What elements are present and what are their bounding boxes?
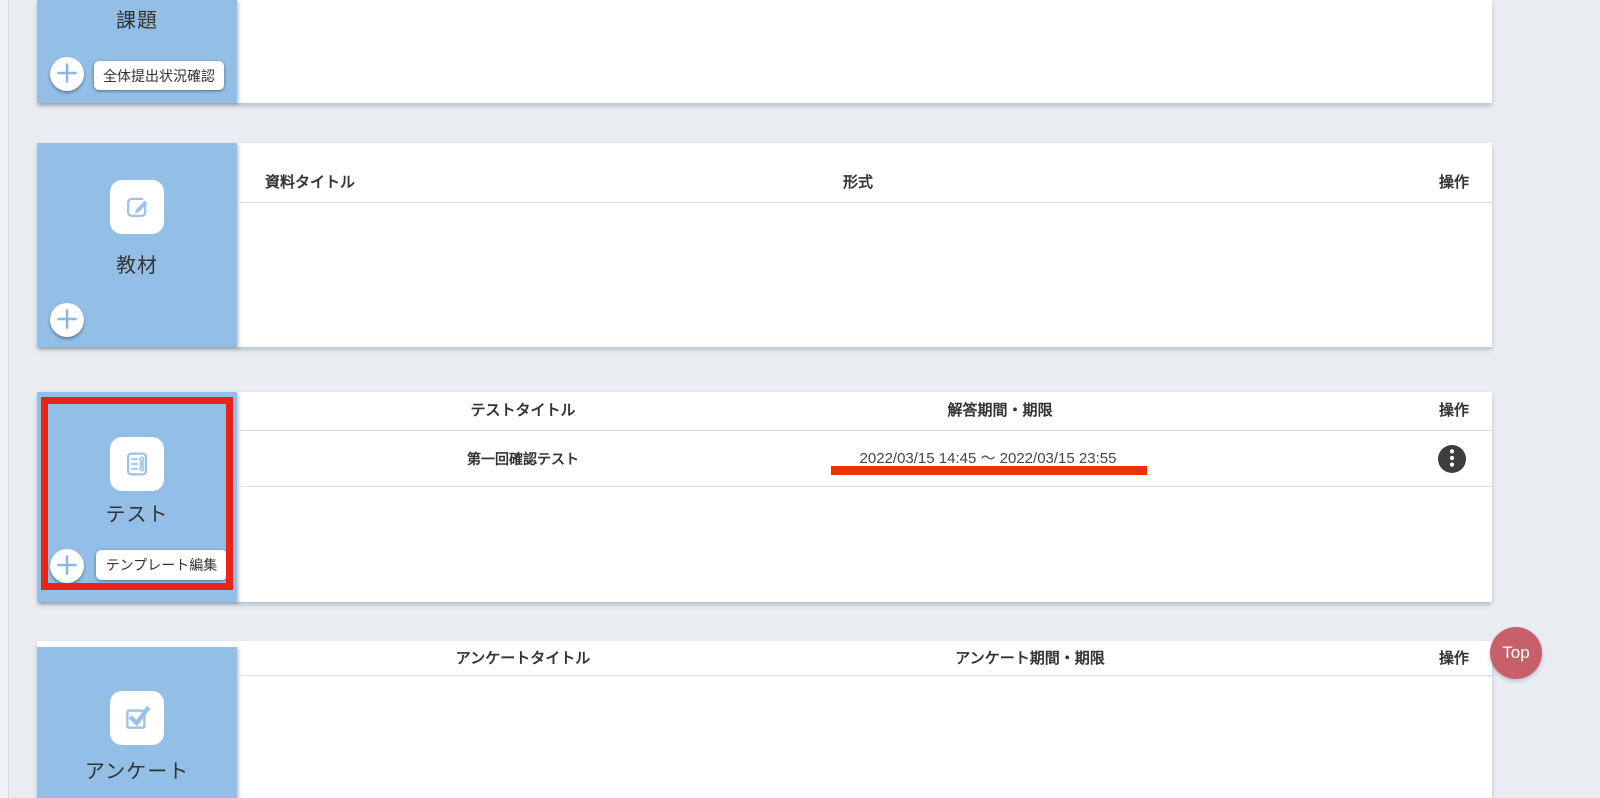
add-assignment-button[interactable] (50, 57, 84, 91)
add-test-button[interactable] (50, 549, 84, 583)
column-header-operations: 操作 (1404, 649, 1504, 669)
column-header-operations: 操作 (1404, 173, 1504, 193)
material-panel[interactable]: 教材 (37, 143, 237, 347)
template-edit-button[interactable]: テンプレート編集 (96, 550, 227, 580)
add-material-button[interactable] (50, 303, 84, 337)
assignment-panel[interactable]: 課題 全体提出状況確認 (37, 0, 237, 103)
column-header-operations: 操作 (1404, 401, 1504, 421)
test-panel[interactable]: テスト テンプレート編集 (37, 392, 237, 602)
material-section: 教材 資料タイトル 形式 操作 (37, 143, 1492, 347)
assignment-section: 課題 全体提出状況確認 (37, 0, 1492, 103)
survey-panel-label: アンケート (37, 759, 237, 785)
column-header-survey-period: アンケート期間・期限 (880, 649, 1180, 669)
assignment-table-empty (237, 0, 1492, 103)
survey-table-header: アンケートタイトル アンケート期間・期限 操作 (237, 641, 1492, 676)
material-table-header: 資料タイトル 形式 操作 (237, 143, 1492, 203)
survey-panel[interactable]: アンケート (37, 647, 237, 798)
plus-icon (56, 554, 78, 579)
column-header-survey-title: アンケートタイトル (423, 649, 623, 669)
assignment-panel-label: 課題 (37, 8, 237, 34)
kebab-menu-button[interactable] (1438, 445, 1466, 473)
column-header-answer-period: 解答期間・期限 (850, 401, 1150, 421)
scroll-to-top-button[interactable]: Top (1490, 627, 1542, 679)
material-panel-label: 教材 (37, 253, 237, 279)
column-header-doc-title: 資料タイトル (265, 173, 355, 193)
survey-checkbox-icon (110, 691, 164, 745)
test-list-icon (110, 437, 164, 491)
plus-icon (56, 62, 78, 87)
kebab-menu-icon (1444, 448, 1460, 471)
test-section: テスト テンプレート編集 テストタイトル 解答期間・期限 操作 第一回確認テスト… (37, 392, 1492, 602)
column-header-test-title: テストタイトル (423, 401, 623, 421)
course-page: 課題 全体提出状況確認 教材 (0, 0, 1600, 798)
left-edge-divider (0, 0, 9, 798)
test-panel-label: テスト (37, 502, 237, 528)
test-table: テストタイトル 解答期間・期限 操作 第一回確認テスト 2022/03/15 1… (237, 392, 1492, 602)
survey-table: アンケートタイトル アンケート期間・期限 操作 (237, 641, 1492, 798)
material-table: 資料タイトル 形式 操作 (237, 143, 1492, 347)
test-table-header: テストタイトル 解答期間・期限 操作 (237, 392, 1492, 431)
red-underline-annotation (831, 466, 1147, 475)
column-header-format: 形式 (808, 173, 908, 193)
edit-material-icon (110, 180, 164, 234)
test-title[interactable]: 第一回確認テスト (373, 449, 673, 469)
plus-icon (56, 308, 78, 333)
test-row[interactable]: 第一回確認テスト 2022/03/15 14:45 ～ 2022/03/15 2… (237, 431, 1492, 487)
submission-status-button[interactable]: 全体提出状況確認 (94, 61, 224, 90)
survey-section: アンケート アンケートタイトル アンケート期間・期限 操作 (37, 641, 1492, 798)
